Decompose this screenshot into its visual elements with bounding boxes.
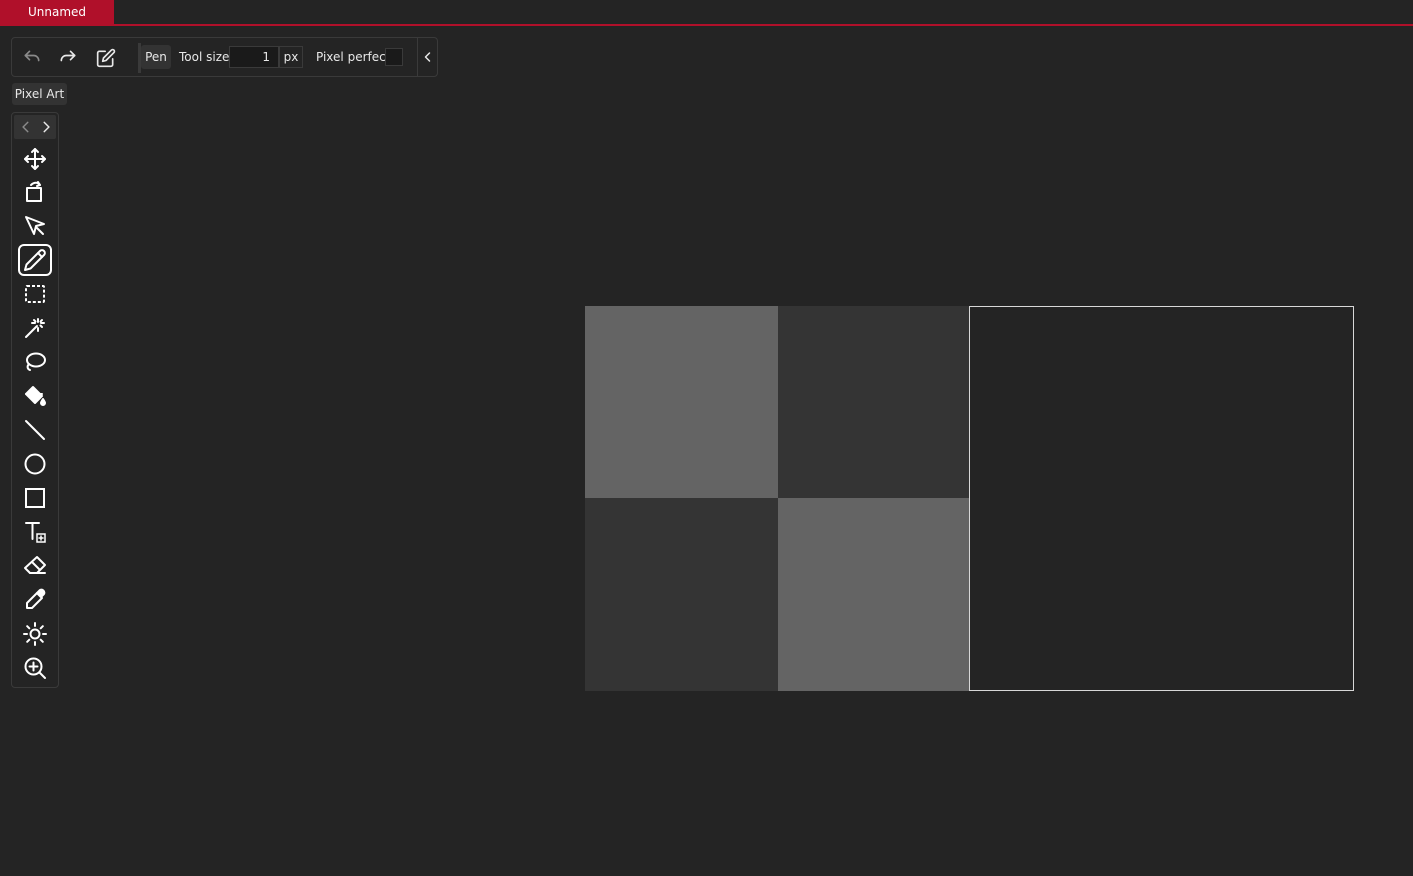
chevron-right-icon: [43, 121, 50, 133]
pen-icon: [24, 249, 46, 271]
tool-brightness[interactable]: [18, 618, 52, 650]
chevron-left-icon: [424, 52, 431, 62]
tool-eraser[interactable]: [18, 550, 52, 582]
undo-button[interactable]: [18, 44, 46, 72]
tool-lasso[interactable]: [18, 346, 52, 378]
checker-cell: [778, 498, 969, 691]
lasso-icon: [26, 352, 46, 371]
pixel-perfect-checkbox[interactable]: [385, 48, 403, 66]
checker-cell: [585, 306, 778, 498]
title-bar: Unnamed: [0, 0, 1413, 26]
tool-rotate[interactable]: [18, 176, 52, 208]
tool-select[interactable]: [18, 210, 52, 242]
magic-wand-icon: [25, 318, 45, 338]
line-icon: [25, 420, 45, 440]
collapse-toolbar-button[interactable]: [417, 38, 438, 76]
tools-prev-button[interactable]: [16, 115, 36, 139]
fill-bucket-icon: [25, 386, 46, 406]
tools-panel: [11, 112, 59, 688]
redo-icon: [60, 50, 76, 62]
tooltip: Pixel Art: [12, 83, 67, 105]
select-arrow-icon: [25, 216, 45, 235]
checker-cell: [585, 498, 778, 691]
tool-zoom[interactable]: [18, 652, 52, 684]
text-icon: [25, 522, 46, 543]
tool-move[interactable]: [18, 143, 52, 175]
canvas-frame[interactable]: [969, 306, 1354, 691]
tool-size-label: Tool size: [179, 50, 230, 64]
chevron-left-icon: [22, 121, 29, 133]
tool-magic-wand[interactable]: [18, 312, 52, 344]
eraser-icon: [24, 556, 46, 574]
tool-text[interactable]: [18, 516, 52, 548]
zoom-icon: [24, 657, 46, 679]
tool-line[interactable]: [18, 414, 52, 446]
tool-size-input[interactable]: [229, 46, 279, 68]
eyedropper-icon: [26, 588, 46, 609]
current-tool-label: Pen: [141, 45, 171, 69]
move-icon: [24, 148, 46, 170]
rotate-icon: [26, 181, 42, 202]
tool-ellipse[interactable]: [18, 448, 52, 480]
tool-rectangle[interactable]: [18, 482, 52, 514]
checker-cell: [778, 306, 969, 498]
document-tab[interactable]: Unnamed: [0, 0, 114, 24]
tools-next-button[interactable]: [36, 115, 56, 139]
tool-options-bar: Pen Tool size px Pixel perfect: [11, 37, 438, 77]
brightness-icon: [23, 622, 47, 646]
undo-icon: [24, 50, 40, 62]
edit-icon: [96, 48, 116, 68]
rectangle-icon: [25, 488, 45, 508]
pixel-perfect-label: Pixel perfect: [316, 50, 391, 64]
redo-button[interactable]: [54, 44, 82, 72]
ellipse-icon: [24, 453, 46, 475]
tool-rect-select[interactable]: [18, 278, 52, 310]
tool-eyedropper[interactable]: [18, 584, 52, 616]
tool-size-unit: px: [279, 46, 303, 68]
tool-fill[interactable]: [18, 380, 52, 412]
rect-select-icon: [25, 285, 45, 303]
edit-button[interactable]: [92, 44, 120, 72]
tools-nav: [14, 115, 56, 139]
tool-pen[interactable]: [18, 244, 52, 276]
